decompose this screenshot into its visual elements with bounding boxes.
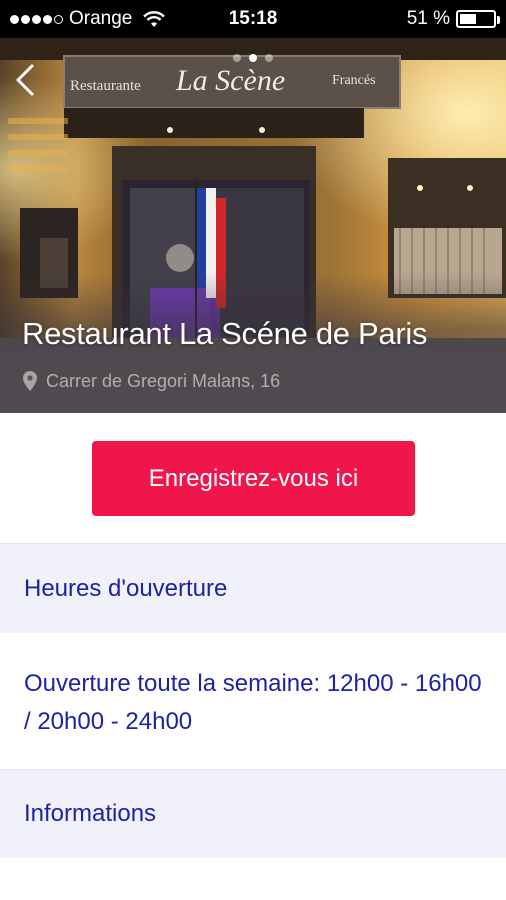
- informations-header[interactable]: Informations: [0, 769, 506, 859]
- cta-area: Enregistrez-vous ici: [0, 413, 506, 543]
- content-area: [0, 858, 506, 900]
- opening-hours-title: Heures d'ouverture: [24, 574, 228, 602]
- informations-title: Informations: [24, 800, 157, 827]
- opening-hours-header[interactable]: Heures d'ouverture: [0, 543, 506, 634]
- battery-icon: [456, 10, 500, 28]
- pager-dot[interactable]: [265, 54, 273, 62]
- battery-level: [460, 14, 477, 24]
- opening-hours-body: Ouverture toute la semaine: 12h00 - 16h0…: [0, 633, 506, 769]
- status-bar: Orange 15:18 51 %: [0, 0, 506, 38]
- address-row[interactable]: Carrer de Gregori Malans, 16: [22, 370, 280, 392]
- back-chevron-icon[interactable]: [12, 62, 40, 98]
- address-text: Carrer de Gregori Malans, 16: [46, 370, 281, 391]
- restaurant-name: Restaurant La Scéne de Paris: [22, 316, 428, 351]
- pager-dot[interactable]: [233, 54, 241, 62]
- register-button[interactable]: Enregistrez-vous ici: [92, 441, 415, 516]
- battery-percent: 51 %: [406, 8, 450, 29]
- pager-dot[interactable]: [249, 54, 257, 62]
- svg-text:Francés: Francés: [332, 73, 376, 88]
- svg-text:Restaurante: Restaurante: [70, 78, 141, 94]
- image-pager[interactable]: [0, 54, 506, 62]
- opening-hours-line-1: Ouverture toute la semaine: 12h00 - 16h0…: [24, 670, 482, 697]
- hero-image[interactable]: Restaurante La Scène Francés Restaurant …: [0, 38, 506, 413]
- status-bar-right: 51 %: [406, 0, 500, 38]
- svg-text:La Scène: La Scène: [175, 64, 285, 97]
- opening-hours-line-2: / 20h00 - 24h00: [24, 708, 193, 735]
- location-pin-icon: [23, 371, 37, 391]
